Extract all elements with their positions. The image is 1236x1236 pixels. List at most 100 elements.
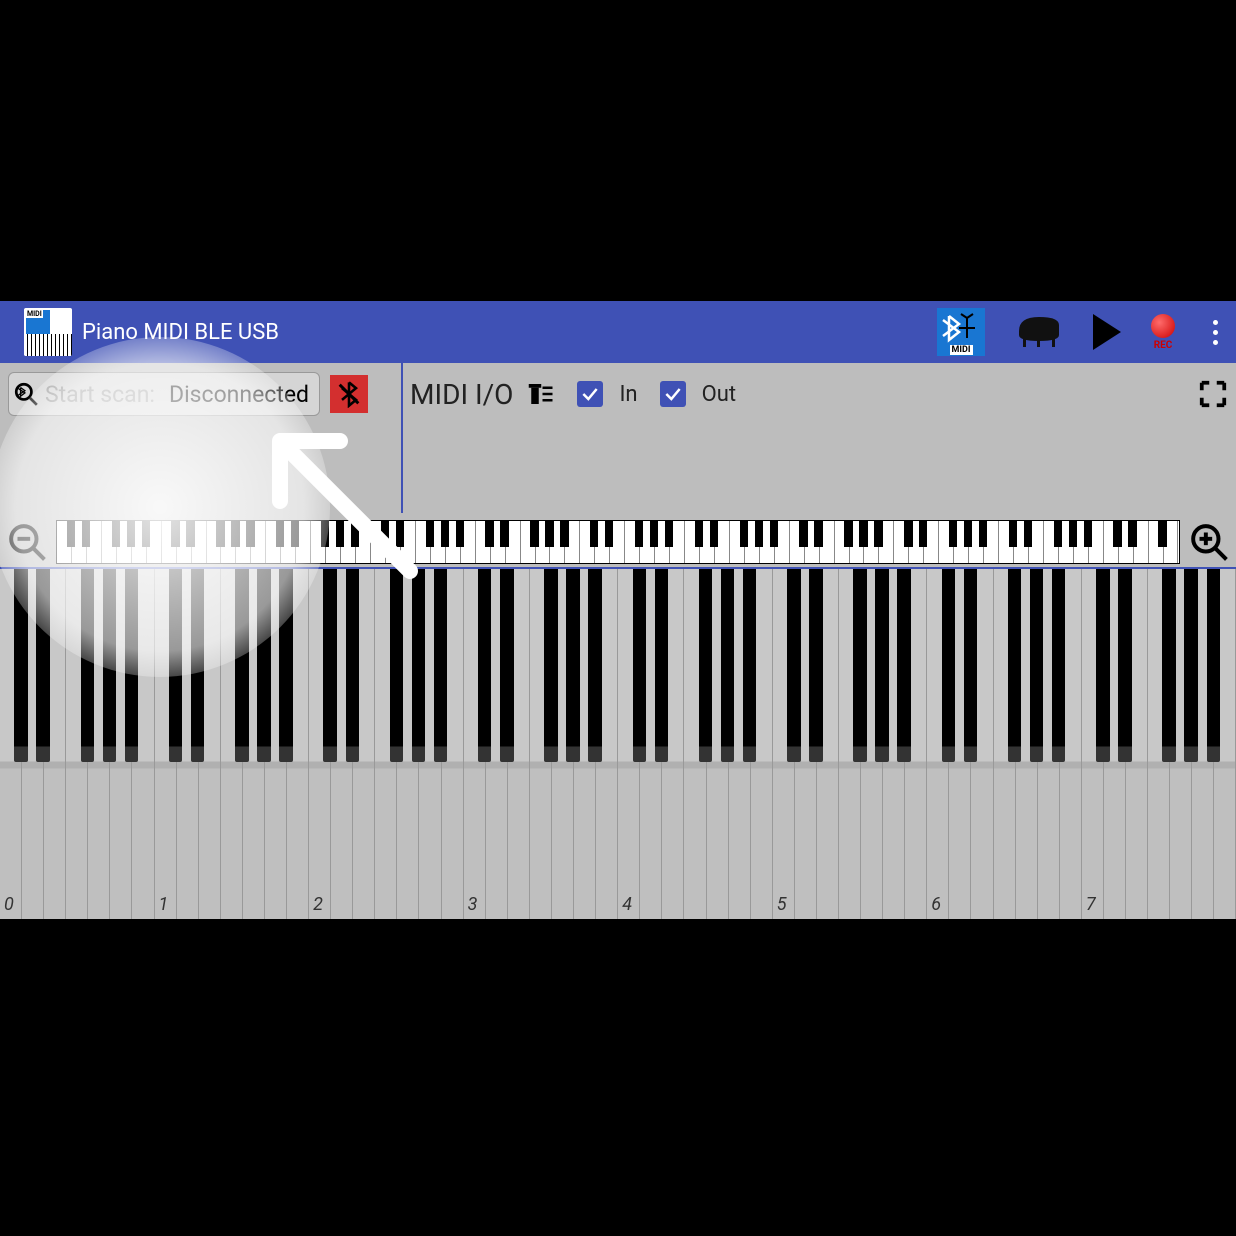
mini-black-key[interactable]	[590, 521, 598, 547]
black-key[interactable]	[1030, 569, 1043, 762]
mini-black-key[interactable]	[1158, 521, 1166, 547]
white-key[interactable]: 3	[464, 569, 486, 919]
zoom-out-icon[interactable]	[8, 523, 46, 561]
black-key[interactable]	[434, 569, 447, 762]
mini-black-key[interactable]	[1113, 521, 1121, 547]
mini-black-key[interactable]	[814, 521, 822, 547]
more-icon[interactable]	[1205, 312, 1226, 353]
black-key[interactable]	[1008, 569, 1021, 762]
white-key[interactable]	[221, 569, 243, 919]
mini-black-key[interactable]	[979, 521, 987, 547]
zoom-in-icon[interactable]	[1190, 523, 1228, 561]
black-key[interactable]	[588, 569, 601, 762]
mini-white-key[interactable]	[999, 521, 1014, 563]
mini-white-key[interactable]	[266, 521, 281, 563]
mini-black-key[interactable]	[186, 521, 194, 547]
mini-black-key[interactable]	[1069, 521, 1077, 547]
mini-black-key[interactable]	[1054, 521, 1062, 547]
mini-white-key[interactable]	[57, 521, 72, 563]
mini-black-key[interactable]	[665, 521, 673, 547]
white-key[interactable]	[66, 569, 88, 919]
black-key[interactable]	[1162, 569, 1175, 762]
black-key[interactable]	[809, 569, 822, 762]
mini-keyboard[interactable]	[56, 520, 1180, 564]
mini-black-key[interactable]	[844, 521, 852, 547]
mini-black-key[interactable]	[441, 521, 449, 547]
black-key[interactable]	[412, 569, 425, 762]
black-key[interactable]	[235, 569, 248, 762]
mini-black-key[interactable]	[291, 521, 299, 547]
black-key[interactable]	[478, 569, 491, 762]
grand-piano-icon[interactable]	[1015, 311, 1063, 353]
mini-black-key[interactable]	[904, 521, 912, 547]
black-key[interactable]	[14, 569, 27, 762]
mini-black-key[interactable]	[396, 521, 404, 547]
white-key[interactable]	[994, 569, 1016, 919]
black-key[interactable]	[1207, 569, 1220, 762]
black-key[interactable]	[942, 569, 955, 762]
mini-black-key[interactable]	[231, 521, 239, 547]
mini-black-key[interactable]	[530, 521, 538, 547]
mini-black-key[interactable]	[650, 521, 658, 547]
mini-black-key[interactable]	[381, 521, 389, 547]
white-key[interactable]: 5	[773, 569, 795, 919]
mini-black-key[interactable]	[545, 521, 553, 547]
mini-white-key[interactable]	[162, 521, 177, 563]
fullscreen-icon[interactable]	[1198, 379, 1228, 409]
play-icon[interactable]	[1093, 314, 1121, 350]
mini-white-key[interactable]	[371, 521, 386, 563]
white-key[interactable]: 2	[309, 569, 331, 919]
mini-black-key[interactable]	[112, 521, 120, 547]
mini-white-key[interactable]	[625, 521, 640, 563]
start-scan-button[interactable]: Start scan: Disconnected	[8, 372, 320, 416]
white-key[interactable]	[684, 569, 706, 919]
mini-black-key[interactable]	[859, 521, 867, 547]
bluetooth-usb-icon[interactable]: MIDI	[937, 308, 985, 356]
mini-black-key[interactable]	[321, 521, 329, 547]
mini-white-key[interactable]	[939, 521, 954, 563]
mini-white-key[interactable]	[521, 521, 536, 563]
out-checkbox[interactable]	[660, 381, 686, 407]
mini-black-key[interactable]	[695, 521, 703, 547]
black-key[interactable]	[1118, 569, 1131, 762]
black-key[interactable]	[787, 569, 800, 762]
mini-white-key[interactable]	[311, 521, 326, 563]
mini-black-key[interactable]	[1009, 521, 1017, 547]
mini-black-key[interactable]	[216, 521, 224, 547]
mini-black-key[interactable]	[246, 521, 254, 547]
mini-white-key[interactable]	[1149, 521, 1164, 563]
mini-black-key[interactable]	[560, 521, 568, 547]
mini-black-key[interactable]	[351, 521, 359, 547]
mini-black-key[interactable]	[799, 521, 807, 547]
mini-black-key[interactable]	[426, 521, 434, 547]
mini-black-key[interactable]	[919, 521, 927, 547]
white-key[interactable]: 7	[1082, 569, 1104, 919]
black-key[interactable]	[655, 569, 668, 762]
bluetooth-disabled-button[interactable]	[330, 375, 368, 413]
black-key[interactable]	[279, 569, 292, 762]
white-key[interactable]	[1148, 569, 1170, 919]
in-checkbox[interactable]	[577, 381, 603, 407]
mini-white-key[interactable]	[1044, 521, 1059, 563]
mini-black-key[interactable]	[127, 521, 135, 547]
black-key[interactable]	[1096, 569, 1109, 762]
mini-white-key[interactable]	[685, 521, 700, 563]
black-key[interactable]	[964, 569, 977, 762]
mini-white-key[interactable]	[207, 521, 222, 563]
black-key[interactable]	[323, 569, 336, 762]
mini-white-key[interactable]	[476, 521, 491, 563]
black-key[interactable]	[81, 569, 94, 762]
white-key[interactable]: 6	[927, 569, 949, 919]
white-key[interactable]: 0	[0, 569, 22, 919]
mini-black-key[interactable]	[605, 521, 613, 547]
black-key[interactable]	[633, 569, 646, 762]
black-key[interactable]	[1184, 569, 1197, 762]
mini-black-key[interactable]	[710, 521, 718, 547]
mini-black-key[interactable]	[949, 521, 957, 547]
black-key[interactable]	[500, 569, 513, 762]
white-key[interactable]	[375, 569, 397, 919]
record-button[interactable]: REC	[1151, 314, 1175, 351]
white-key[interactable]: 4	[618, 569, 640, 919]
black-key[interactable]	[897, 569, 910, 762]
black-key[interactable]	[346, 569, 359, 762]
